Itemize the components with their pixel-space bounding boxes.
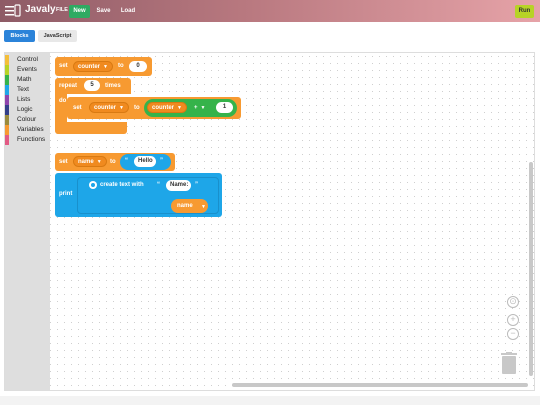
toolbox: Control Events Math Text Lists Logic Col… (5, 53, 50, 390)
dropdown-label: + (194, 105, 198, 111)
create-text-with-block[interactable]: create text with “ Name: ” name ▼ (77, 177, 219, 214)
dropdown-arrow-icon: ▼ (103, 64, 108, 70)
category-label: Math (17, 76, 32, 83)
top-bar: Javaly FILE New Save Load Run (0, 0, 540, 22)
dropdown-label: counter (94, 105, 117, 111)
save-button[interactable]: Save (93, 5, 114, 18)
text-field[interactable]: Name: (166, 180, 191, 191)
category-color-swatch (5, 115, 9, 125)
dropdown-arrow-icon: ▼ (96, 159, 102, 165)
category-label: Colour (17, 116, 37, 123)
block-keyword: set (73, 105, 82, 111)
category-color-swatch (5, 75, 9, 85)
set-variable-block[interactable]: set counter ▼ to counter ▼ + ▼ 1 (67, 97, 241, 119)
zoom-out-icon[interactable]: − (507, 328, 519, 340)
category-label: Logic (17, 106, 33, 113)
math-arithmetic-block[interactable]: counter ▼ + ▼ 1 (144, 99, 237, 117)
horizontal-scrollbar[interactable] (232, 383, 528, 387)
app-title: Javaly (25, 4, 56, 15)
variable-dropdown[interactable]: counter ▼ (73, 61, 113, 72)
footer-bar (0, 396, 540, 405)
recenter-icon[interactable]: ⊙ (507, 296, 519, 308)
dropdown-arrow-icon: ▼ (119, 105, 124, 111)
category-color-swatch (5, 95, 9, 105)
category-label: Text (17, 86, 29, 93)
trash-icon[interactable] (500, 352, 518, 374)
block-keyword: repeat (59, 83, 78, 89)
open-quote: “ (157, 182, 160, 188)
block-keyword: to (134, 105, 140, 111)
block-keyword: to (118, 63, 124, 69)
repeat-block-footer (55, 122, 127, 134)
block-keyword: times (105, 83, 121, 89)
dropdown-label: counter (152, 105, 175, 111)
open-quote: “ (125, 158, 128, 164)
tab-javascript[interactable]: JavaScript (38, 30, 77, 42)
category-color-swatch (5, 125, 9, 135)
operator-dropdown[interactable]: + ▼ (194, 105, 205, 111)
dropdown-label: counter (78, 64, 101, 70)
repeat-count-field[interactable]: 5 (84, 80, 100, 91)
text-block[interactable]: “ Hello ” (120, 154, 171, 170)
toolbox-category-events[interactable]: Events (5, 65, 50, 75)
close-quote: ” (195, 182, 198, 188)
block-keyword: to (110, 159, 116, 165)
repeat-block[interactable]: repeat 5 times (55, 78, 131, 94)
category-color-swatch (5, 135, 9, 145)
load-button[interactable]: Load (117, 5, 139, 18)
block-keyword: set (59, 159, 68, 165)
category-color-swatch (5, 55, 9, 65)
close-quote: ” (160, 158, 163, 164)
toolbox-category-functions[interactable]: Functions (5, 135, 50, 145)
text-field[interactable]: Hello (134, 156, 156, 167)
block-keyword: do (59, 98, 67, 104)
block-keyword: create text with (100, 182, 144, 188)
category-color-swatch (5, 85, 9, 95)
zoom-in-icon[interactable]: + (507, 314, 519, 326)
category-label: Lists (17, 96, 31, 103)
tab-blocks[interactable]: Blocks (4, 30, 35, 42)
variable-dropdown[interactable]: counter ▼ (147, 102, 187, 113)
variable-get-block[interactable]: name ▼ (171, 199, 208, 213)
category-label: Variables (17, 126, 44, 133)
category-label: Functions (17, 136, 46, 143)
set-variable-block[interactable]: set name ▼ to “ Hello ” (55, 153, 175, 171)
menu-logo-icon[interactable] (5, 4, 21, 18)
vertical-scrollbar[interactable] (529, 162, 533, 376)
mutator-gear-icon[interactable] (89, 181, 97, 189)
print-block[interactable]: print create text with “ Name: ” name ▼ (55, 173, 222, 217)
toolbox-category-control[interactable]: Control (5, 55, 50, 65)
variable-dropdown[interactable]: name ▼ (73, 156, 107, 167)
toolbox-category-colour[interactable]: Colour (5, 115, 50, 125)
number-field[interactable]: 1 (216, 102, 233, 113)
new-button[interactable]: New (69, 5, 90, 18)
dropdown-label: name (177, 203, 193, 209)
dropdown-arrow-icon: ▼ (201, 204, 206, 210)
category-label: Control (17, 56, 38, 63)
dropdown-label: name (78, 159, 94, 165)
file-label: FILE (56, 7, 68, 13)
toolbox-category-lists[interactable]: Lists (5, 95, 50, 105)
run-button[interactable]: Run (515, 5, 534, 18)
toolbox-category-text[interactable]: Text (5, 85, 50, 95)
category-color-swatch (5, 105, 9, 115)
block-keyword: print (59, 191, 73, 197)
number-field[interactable]: 0 (129, 61, 147, 72)
text-block[interactable]: “ Name: ” (155, 179, 205, 193)
category-label: Events (17, 66, 37, 73)
toolbox-category-logic[interactable]: Logic (5, 105, 50, 115)
dropdown-arrow-icon: ▼ (200, 105, 206, 111)
category-color-swatch (5, 65, 9, 75)
toolbox-category-variables[interactable]: Variables (5, 125, 50, 135)
toolbox-category-math[interactable]: Math (5, 75, 50, 85)
block-keyword: set (59, 63, 68, 69)
dropdown-arrow-icon: ▼ (177, 105, 182, 111)
variable-dropdown[interactable]: counter ▼ (89, 102, 129, 113)
set-variable-block[interactable]: set counter ▼ to 0 (55, 57, 152, 76)
